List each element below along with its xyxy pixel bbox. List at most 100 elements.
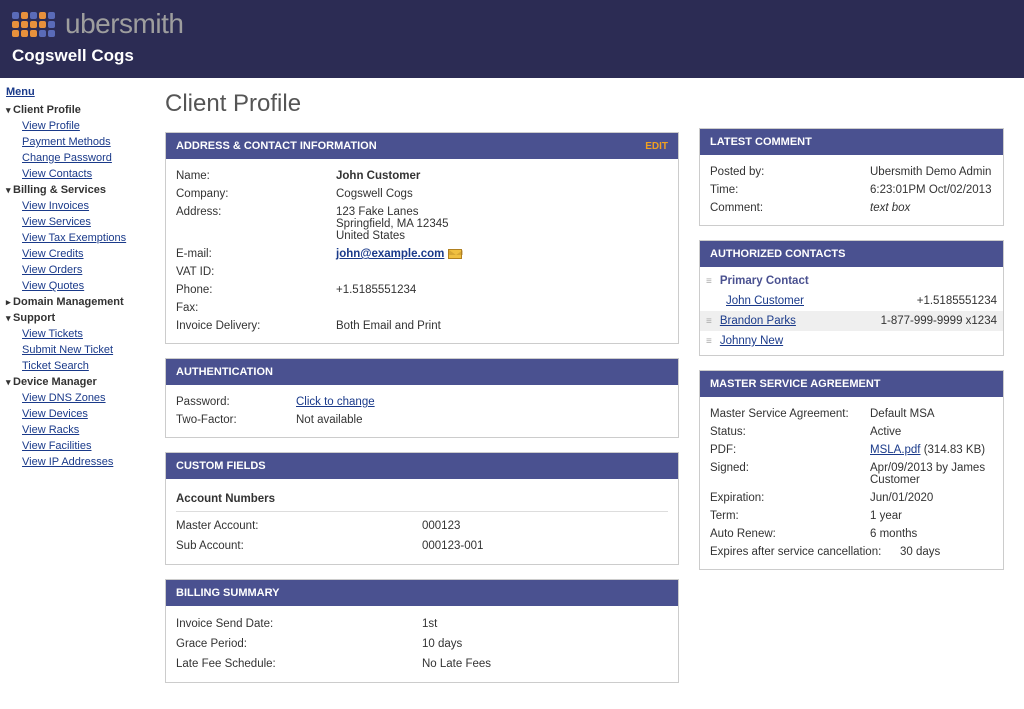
sidebar-item-view-contacts[interactable]: View Contacts — [6, 166, 139, 182]
msa-panel-title: MASTER SERVICE AGREEMENT — [710, 378, 881, 390]
company-value: Cogswell Cogs — [336, 188, 668, 200]
expiration-label: Expiration: — [710, 492, 870, 504]
auth-panel: AUTHENTICATION Password:Click to change … — [165, 358, 679, 438]
custom-fields-panel: CUSTOM FIELDS Account Numbers Master Acc… — [165, 452, 679, 565]
password-change-link[interactable]: Click to change — [296, 396, 375, 408]
name-value: John Customer — [336, 170, 668, 182]
address-panel: ADDRESS & CONTACT INFORMATION EDIT Name:… — [165, 132, 679, 344]
phone-value: +1.5185551234 — [336, 284, 668, 296]
sidebar-item-view-services[interactable]: View Services — [6, 214, 139, 230]
sidebar-item-view-facilities[interactable]: View Facilities — [6, 438, 139, 454]
pdf-link[interactable]: MSLA.pdf — [870, 444, 921, 456]
phone-label: Phone: — [176, 284, 336, 296]
primary-contact-label: Primary Contact — [720, 275, 997, 287]
custom-panel-title: CUSTOM FIELDS — [176, 460, 266, 472]
email-value: john@example.com — [336, 248, 668, 260]
email-label: E-mail: — [176, 248, 336, 260]
msa-value: Default MSA — [870, 408, 993, 420]
sidebar-item-ticket-search[interactable]: Ticket Search — [6, 358, 139, 374]
master-account-label: Master Account: — [176, 520, 422, 532]
latest-comment-panel: LATEST COMMENT Posted by:Ubersmith Demo … — [699, 128, 1004, 226]
billing-summary-panel: BILLING SUMMARY Invoice Send Date:1st Gr… — [165, 579, 679, 683]
comment-value: text box — [870, 202, 993, 214]
msa-label: Master Service Agreement: — [710, 408, 870, 420]
password-label: Password: — [176, 396, 296, 408]
master-account-value: 000123 — [422, 520, 668, 532]
address-label: Address: — [176, 206, 336, 242]
sub-account-value: 000123-001 — [422, 540, 668, 552]
mail-icon[interactable] — [448, 249, 462, 259]
name-label: Name: — [176, 170, 336, 182]
expires-after-label: Expires after service cancellation: — [710, 546, 900, 558]
grip-icon[interactable]: ≡ — [706, 316, 712, 327]
edit-button[interactable]: EDIT — [645, 141, 668, 152]
vat-label: VAT ID: — [176, 266, 336, 278]
autorenew-label: Auto Renew: — [710, 528, 870, 540]
grace-period-label: Grace Period: — [176, 638, 422, 650]
twofactor-value: Not available — [296, 414, 668, 426]
billing-panel-title: BILLING SUMMARY — [176, 587, 279, 599]
sidebar-section-billing[interactable]: Billing & Services — [6, 182, 139, 198]
autorenew-value: 6 months — [870, 528, 993, 540]
address-panel-title: ADDRESS & CONTACT INFORMATION — [176, 140, 377, 152]
contact-phone: +1.5185551234 — [917, 295, 997, 307]
time-value: 6:23:01PM Oct/02/2013 — [870, 184, 993, 196]
twofactor-label: Two-Factor: — [176, 414, 296, 426]
sidebar-section-device-manager[interactable]: Device Manager — [6, 374, 139, 390]
page-title: Client Profile — [165, 90, 679, 118]
contact-link[interactable]: John Customer — [726, 295, 804, 307]
address-value: 123 Fake LanesSpringfield, MA 12345Unite… — [336, 206, 668, 242]
logo: ubersmith — [12, 8, 1012, 40]
posted-by-value: Ubersmith Demo Admin — [870, 166, 993, 178]
logo-icon — [12, 12, 55, 37]
late-fee-label: Late Fee Schedule: — [176, 658, 422, 670]
expiration-value: Jun/01/2020 — [870, 492, 993, 504]
sidebar-item-payment-methods[interactable]: Payment Methods — [6, 134, 139, 150]
signed-value: Apr/09/2013 by James Customer — [870, 462, 993, 486]
grace-period-value: 10 days — [422, 638, 668, 650]
sidebar-item-view-invoices[interactable]: View Invoices — [6, 198, 139, 214]
status-value: Active — [870, 426, 993, 438]
contact-phone: 1-877-999-9999 x1234 — [881, 315, 997, 327]
grip-icon[interactable]: ≡ — [706, 336, 712, 347]
menu-heading[interactable]: Menu — [6, 86, 139, 98]
posted-by-label: Posted by: — [710, 166, 870, 178]
sidebar-item-view-credits[interactable]: View Credits — [6, 246, 139, 262]
sidebar-item-view-profile[interactable]: View Profile — [6, 118, 139, 134]
sidebar-item-view-devices[interactable]: View Devices — [6, 406, 139, 422]
sidebar: Menu Client Profile View Profile Payment… — [0, 78, 145, 709]
fax-value — [336, 302, 668, 314]
vat-value — [336, 266, 668, 278]
sidebar-item-submit-ticket[interactable]: Submit New Ticket — [6, 342, 139, 358]
contacts-panel-title: AUTHORIZED CONTACTS — [710, 248, 845, 260]
brand-text: ubersmith — [65, 8, 183, 40]
sidebar-item-view-dns[interactable]: View DNS Zones — [6, 390, 139, 406]
pdf-size: (314.83 KB) — [924, 444, 985, 456]
pdf-label: PDF: — [710, 444, 870, 456]
app-header: ubersmith Cogswell Cogs — [0, 0, 1024, 78]
sidebar-section-support[interactable]: Support — [6, 310, 139, 326]
signed-label: Signed: — [710, 462, 870, 486]
sidebar-section-client-profile[interactable]: Client Profile — [6, 102, 139, 118]
contact-link[interactable]: Brandon Parks — [720, 315, 796, 327]
comment-label: Comment: — [710, 202, 870, 214]
grip-icon[interactable]: ≡ — [706, 276, 712, 287]
sidebar-item-view-tax-exemptions[interactable]: View Tax Exemptions — [6, 230, 139, 246]
invoice-send-value: 1st — [422, 618, 668, 630]
status-label: Status: — [710, 426, 870, 438]
sidebar-item-view-racks[interactable]: View Racks — [6, 422, 139, 438]
contacts-panel: AUTHORIZED CONTACTS ≡ Primary Contact Jo… — [699, 240, 1004, 356]
msa-panel: MASTER SERVICE AGREEMENT Master Service … — [699, 370, 1004, 570]
email-link[interactable]: john@example.com — [336, 248, 444, 260]
sidebar-item-view-ip[interactable]: View IP Addresses — [6, 454, 139, 470]
sidebar-section-domain[interactable]: Domain Management — [6, 294, 139, 310]
client-name-subtitle: Cogswell Cogs — [12, 46, 1012, 66]
time-label: Time: — [710, 184, 870, 196]
sidebar-item-view-orders[interactable]: View Orders — [6, 262, 139, 278]
contact-link[interactable]: Johnny New — [720, 335, 783, 347]
term-label: Term: — [710, 510, 870, 522]
sidebar-item-view-tickets[interactable]: View Tickets — [6, 326, 139, 342]
sub-account-label: Sub Account: — [176, 540, 422, 552]
sidebar-item-view-quotes[interactable]: View Quotes — [6, 278, 139, 294]
sidebar-item-change-password[interactable]: Change Password — [6, 150, 139, 166]
